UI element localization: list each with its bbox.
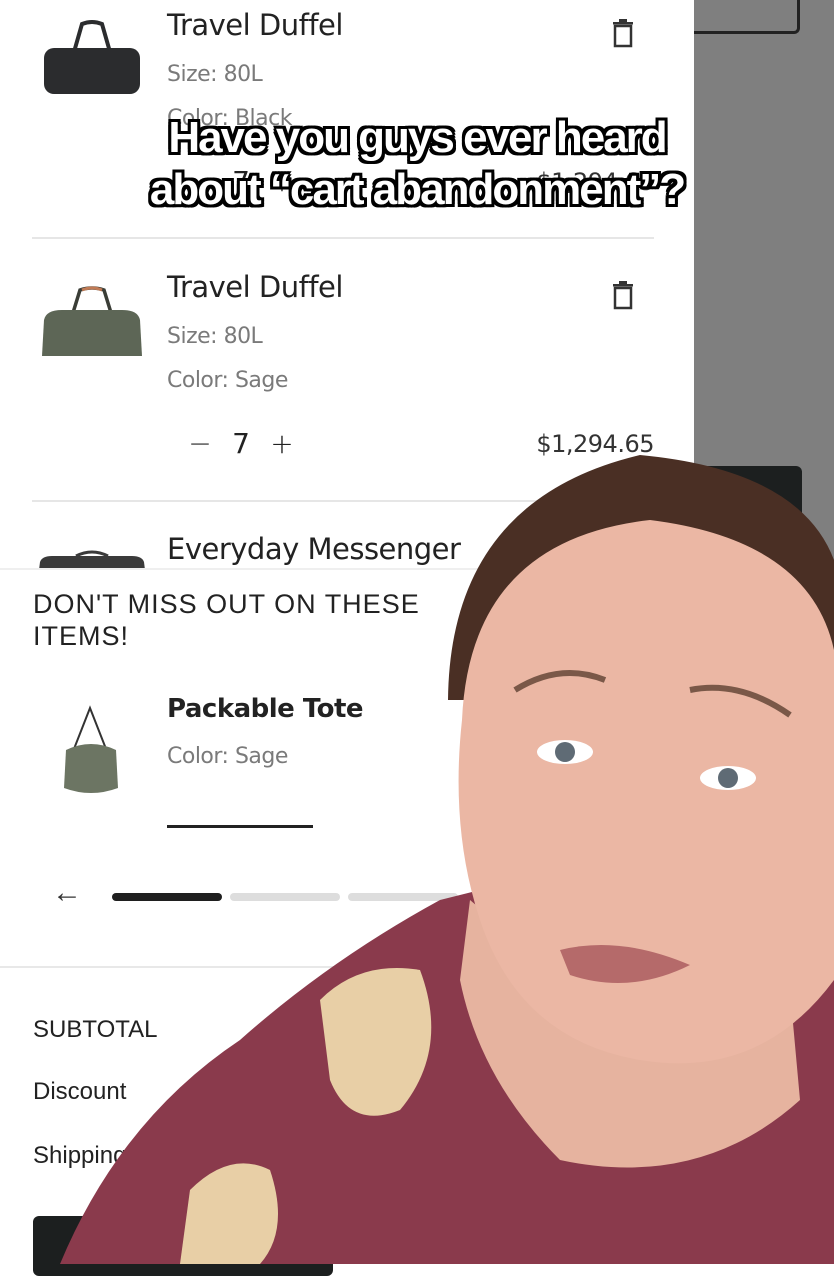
shipping-label: Shipping (33, 1142, 127, 1169)
upsell-title: DON'T MISS OUT ON THESE ITEMS! (33, 589, 420, 651)
item-name[interactable]: Travel Duffel (167, 8, 343, 42)
cart-item: Everyday Messenger (0, 524, 694, 568)
caption-line: about “cart abandonment”? (149, 165, 686, 214)
item-divider (32, 237, 654, 239)
checkout-button[interactable] (33, 1216, 333, 1276)
upsell-item-name[interactable]: Packable Tote (167, 694, 364, 724)
video-caption: Have you guys ever heard about “cart aba… (0, 112, 834, 216)
background-dark-button (694, 466, 802, 526)
item-size: Size: 80L (167, 324, 263, 349)
carousel-dot[interactable] (348, 893, 458, 901)
item-name[interactable]: Travel Duffel (167, 270, 343, 304)
carousel-dot[interactable] (230, 893, 340, 901)
increase-quantity-button[interactable]: + (267, 427, 297, 460)
caption-line: Have you guys ever heard (168, 113, 667, 162)
upsell-add-link[interactable] (167, 825, 313, 828)
carousel-prev-arrow-icon[interactable]: ← (52, 876, 82, 910)
item-size: Size: 80L (167, 62, 263, 87)
trash-icon[interactable] (610, 280, 636, 310)
item-color: Color: Sage (167, 368, 288, 393)
discount-label: Discount (33, 1078, 127, 1105)
trash-icon[interactable] (610, 18, 636, 48)
order-summary: SUBTOTAL Discount Shipping (0, 966, 694, 1276)
everyday-messenger-image (39, 550, 145, 568)
item-price: $1,294.65 (536, 430, 654, 458)
item-divider (32, 500, 654, 502)
item-name[interactable]: Everyday Messenger (167, 532, 461, 566)
upsell-section: DON'T MISS OUT ON THESE ITEMS! Packable … (0, 568, 694, 968)
travel-duffel-black-image (44, 20, 140, 94)
travel-duffel-sage-image (42, 286, 142, 356)
decrease-quantity-button[interactable]: − (185, 427, 215, 460)
background-outline-button (694, 0, 800, 34)
quantity-stepper: − 7 + (185, 426, 297, 460)
subtotal-label: SUBTOTAL (33, 1016, 158, 1043)
cart-item: Travel Duffel Size: 80L Color: Sage − 7 … (0, 262, 694, 524)
packable-tote-image (64, 705, 118, 793)
quantity-value: 7 (232, 426, 250, 460)
upsell-item-color: Color: Sage (167, 744, 288, 769)
carousel-dot-active[interactable] (112, 893, 222, 901)
